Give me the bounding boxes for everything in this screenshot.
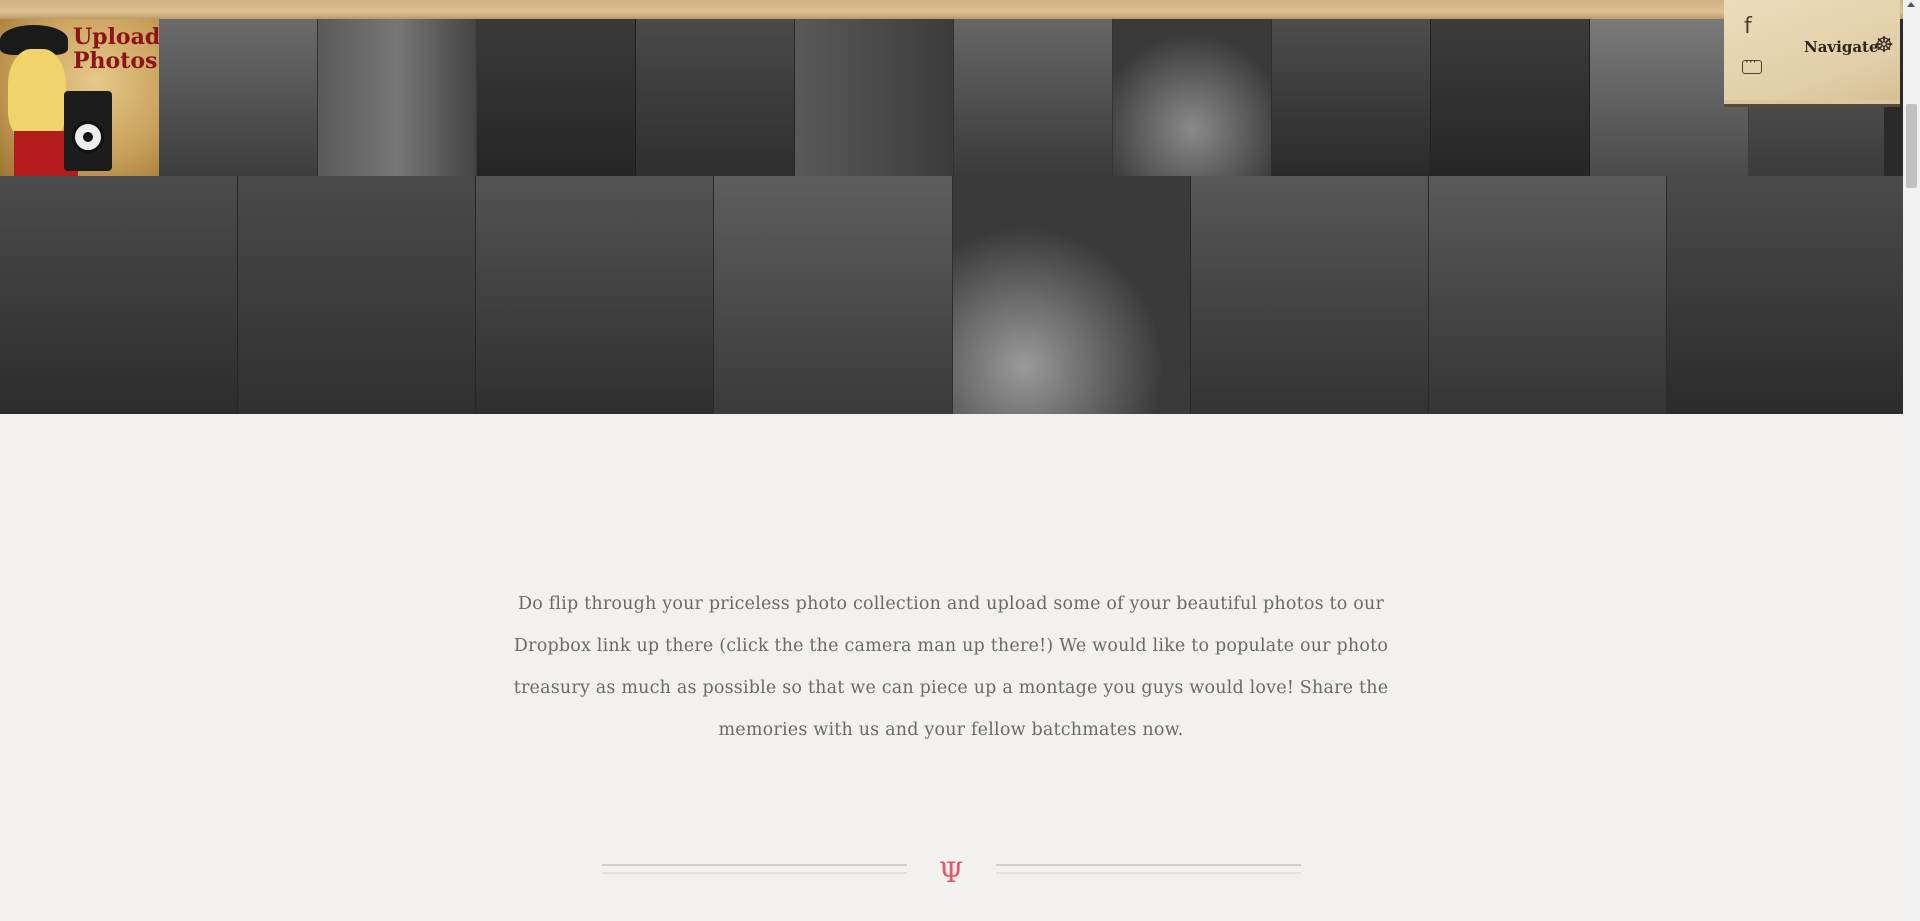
- divider-line-left: [602, 864, 907, 874]
- gallery-photo[interactable]: [477, 19, 636, 176]
- photo-gallery: Upload Photos!: [0, 19, 1903, 414]
- gallery-photo[interactable]: [318, 19, 477, 176]
- gallery-photo[interactable]: [1431, 19, 1590, 176]
- trident-icon: Ψ: [938, 856, 964, 889]
- gallery-photo[interactable]: [1272, 19, 1431, 176]
- scrollbar-thumb[interactable]: [1906, 104, 1917, 188]
- ships-wheel-icon[interactable]: ☸: [1872, 34, 1896, 58]
- parchment-header-strip: [0, 0, 1903, 21]
- gallery-photo[interactable]: [238, 176, 477, 414]
- page: Upload Photos! f Navigat: [0, 0, 1920, 921]
- upload-photos-button[interactable]: Upload Photos!: [0, 19, 159, 176]
- navigate-button-label[interactable]: Navigate: [1804, 38, 1879, 56]
- gallery-photo[interactable]: [159, 19, 318, 176]
- facebook-icon[interactable]: f: [1744, 14, 1752, 39]
- gallery-photo[interactable]: [0, 176, 239, 414]
- camera-icon: [64, 91, 112, 171]
- scroll-up-arrow-icon[interactable]: [1907, 2, 1915, 7]
- chat-icon[interactable]: [1742, 55, 1762, 74]
- upload-instructions-paragraph: Do flip through your priceless photo col…: [513, 593, 1389, 740]
- gallery-photo[interactable]: [636, 19, 795, 176]
- gallery-photo[interactable]: [1113, 19, 1272, 176]
- gallery-photo[interactable]: [952, 176, 1191, 414]
- gallery-row-2: [0, 176, 1903, 414]
- gallery-row-1: Upload Photos!: [0, 19, 1903, 176]
- gallery-photo[interactable]: [714, 176, 953, 414]
- upload-photos-label: Upload Photos!: [73, 24, 159, 74]
- pirate-face-icon: [8, 49, 66, 139]
- navigation-widget: f Navigate ☸: [1724, 0, 1900, 100]
- gallery-photo[interactable]: [1190, 176, 1429, 414]
- vertical-scrollbar[interactable]: [1903, 0, 1920, 921]
- gallery-photo[interactable]: [476, 176, 715, 414]
- gallery-photo[interactable]: [1666, 176, 1903, 414]
- gallery-photo[interactable]: [954, 19, 1113, 176]
- gallery-photo[interactable]: [795, 19, 954, 176]
- gallery-photo[interactable]: [1428, 176, 1667, 414]
- divider-line-right: [996, 864, 1301, 874]
